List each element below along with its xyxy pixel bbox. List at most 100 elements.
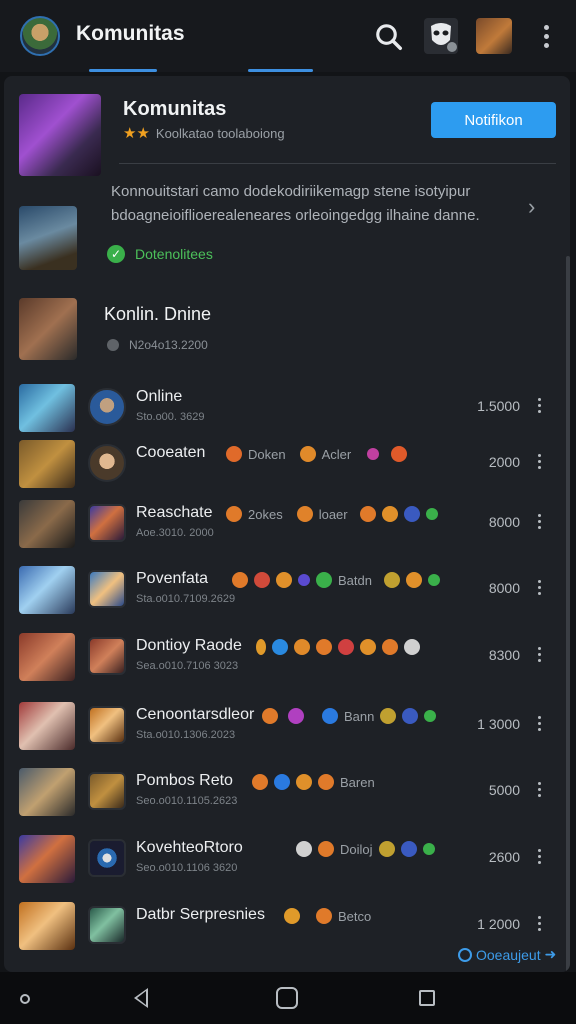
row-date: Seo.o010.1106 3620 <box>136 862 238 874</box>
list-item[interactable]: Pombos Reto Seo.o010.1105.2623 Baren 500… <box>4 768 570 828</box>
avatar[interactable] <box>88 570 126 608</box>
row-date: Sta.o010.1306.2023 <box>136 729 236 741</box>
avatar[interactable] <box>88 504 126 542</box>
badge-icon <box>274 774 290 790</box>
online-thumbnail <box>19 298 77 360</box>
row-name: Online <box>136 388 183 405</box>
badge-icon <box>294 639 310 655</box>
badge-icon <box>382 639 398 655</box>
status-dot-icon <box>107 339 119 351</box>
badge-icon <box>380 708 397 724</box>
badge-icon <box>316 572 332 588</box>
community-banner-image <box>19 94 101 176</box>
badge-icon <box>232 572 248 588</box>
more-options-icon[interactable] <box>536 912 542 934</box>
more-options-icon[interactable] <box>536 510 542 532</box>
badge-icon <box>359 506 376 522</box>
row-tags: Doken Acler <box>226 446 408 462</box>
badge-icon <box>226 506 242 522</box>
star-icon: ★★ <box>123 125 150 142</box>
row-tags: 2okes loaer <box>226 506 438 522</box>
search-icon[interactable] <box>374 22 404 52</box>
row-tags <box>256 639 420 655</box>
list-item[interactable]: Online Sto.o00. 3629 1.5000 <box>4 384 570 444</box>
avatar[interactable] <box>88 706 126 744</box>
back-icon[interactable] <box>134 988 148 1008</box>
app-title: Komunitas <box>76 22 185 45</box>
home-icon[interactable] <box>276 987 298 1009</box>
avatar[interactable] <box>88 388 126 426</box>
badge-icon <box>262 708 278 724</box>
info-thumbnail <box>19 206 77 270</box>
mask-icon[interactable] <box>424 18 458 54</box>
row-name: Datbr Serpresnies <box>136 906 265 923</box>
recents-icon[interactable] <box>419 990 435 1006</box>
badge-icon <box>318 774 334 790</box>
badge-icon <box>402 708 419 724</box>
row-tags: Doiloj <box>296 841 435 857</box>
list-item[interactable]: Dontioy Raode Sea.o010.7106 3023 8300 <box>4 633 570 693</box>
row-value: 5000 <box>488 782 520 798</box>
row-thumbnail <box>19 702 75 750</box>
row-value: 1.5000 <box>477 398 520 414</box>
badge-icon <box>424 710 437 722</box>
community-description: Konnouitstari camo dodekodiriikemagp ste… <box>111 183 480 224</box>
badge-icon <box>296 774 312 790</box>
chevron-right-icon[interactable]: › <box>528 194 535 220</box>
community-panel: Komunitas ★★ Koolkatao toolaboiong Notif… <box>4 76 570 972</box>
list-item[interactable]: Cenoontarsdleor Sta.o010.1306.2023 Bann … <box>4 702 570 762</box>
avatar[interactable] <box>88 444 126 482</box>
more-options-icon[interactable] <box>536 576 542 598</box>
more-options-icon[interactable] <box>536 778 542 800</box>
row-thumbnail <box>19 633 75 681</box>
more-options-icon[interactable] <box>536 450 542 472</box>
badge-icon <box>360 639 376 655</box>
community-avatar[interactable] <box>20 16 60 56</box>
badge-icon <box>256 639 266 655</box>
list-item[interactable]: Povenfata Sta.o010.7109.2629 Batdn 8000 <box>4 566 570 626</box>
list-item[interactable]: KovehteoRtoro Seo.o010.1106 3620 Doiloj … <box>4 835 570 895</box>
status-badge: ✓ Dotenolitees <box>107 245 213 263</box>
more-options-icon[interactable] <box>536 22 556 50</box>
avatar[interactable] <box>88 772 126 810</box>
badge-icon <box>296 506 313 522</box>
row-value: 2000 <box>488 454 520 470</box>
row-tags: Betco <box>284 908 371 924</box>
notify-button[interactable]: Notifikon <box>431 102 556 138</box>
row-name: Povenfata <box>136 570 209 587</box>
row-value: 1 2000 <box>477 916 520 932</box>
badge-icon <box>298 574 310 586</box>
community-title: Komunitas <box>123 98 227 120</box>
list-item[interactable]: Cooeaten Doken Acler 2000 <box>4 440 570 500</box>
avatar[interactable] <box>88 839 126 877</box>
row-tags: Bann <box>262 708 437 724</box>
row-name: Cooeaten <box>136 444 206 461</box>
more-options-icon[interactable] <box>536 845 542 867</box>
badge-icon <box>252 774 268 790</box>
arrow-right-icon: ➜ <box>544 946 557 962</box>
user-avatar[interactable] <box>476 18 512 54</box>
see-more-link[interactable]: Ooeaujeut ➜ <box>458 946 556 963</box>
avatar[interactable] <box>88 906 126 944</box>
divider <box>119 163 556 164</box>
row-value: 2600 <box>488 849 520 865</box>
row-thumbnail <box>19 566 75 614</box>
more-options-icon[interactable] <box>536 712 542 734</box>
badge-icon <box>322 708 338 724</box>
system-nav-bar <box>0 972 576 1024</box>
more-options-icon[interactable] <box>536 394 542 416</box>
row-tags: Batdn <box>232 572 440 588</box>
avatar[interactable] <box>88 637 126 675</box>
online-section-title[interactable]: Konlin. Dnine <box>104 304 211 325</box>
scrollbar[interactable] <box>566 256 570 972</box>
row-value: 1 3000 <box>477 716 520 732</box>
list-item[interactable]: Reaschate Aoe.3010. 2000 2okes loaer 800… <box>4 500 570 560</box>
more-options-icon[interactable] <box>536 643 542 665</box>
row-name: KovehteoRtoro <box>136 839 243 856</box>
badge-icon <box>427 574 440 586</box>
badge-icon <box>425 508 438 520</box>
badge-icon <box>316 639 332 655</box>
tab-indicator <box>248 69 313 72</box>
row-value: 8000 <box>488 580 520 596</box>
assistant-icon[interactable] <box>20 994 30 1004</box>
